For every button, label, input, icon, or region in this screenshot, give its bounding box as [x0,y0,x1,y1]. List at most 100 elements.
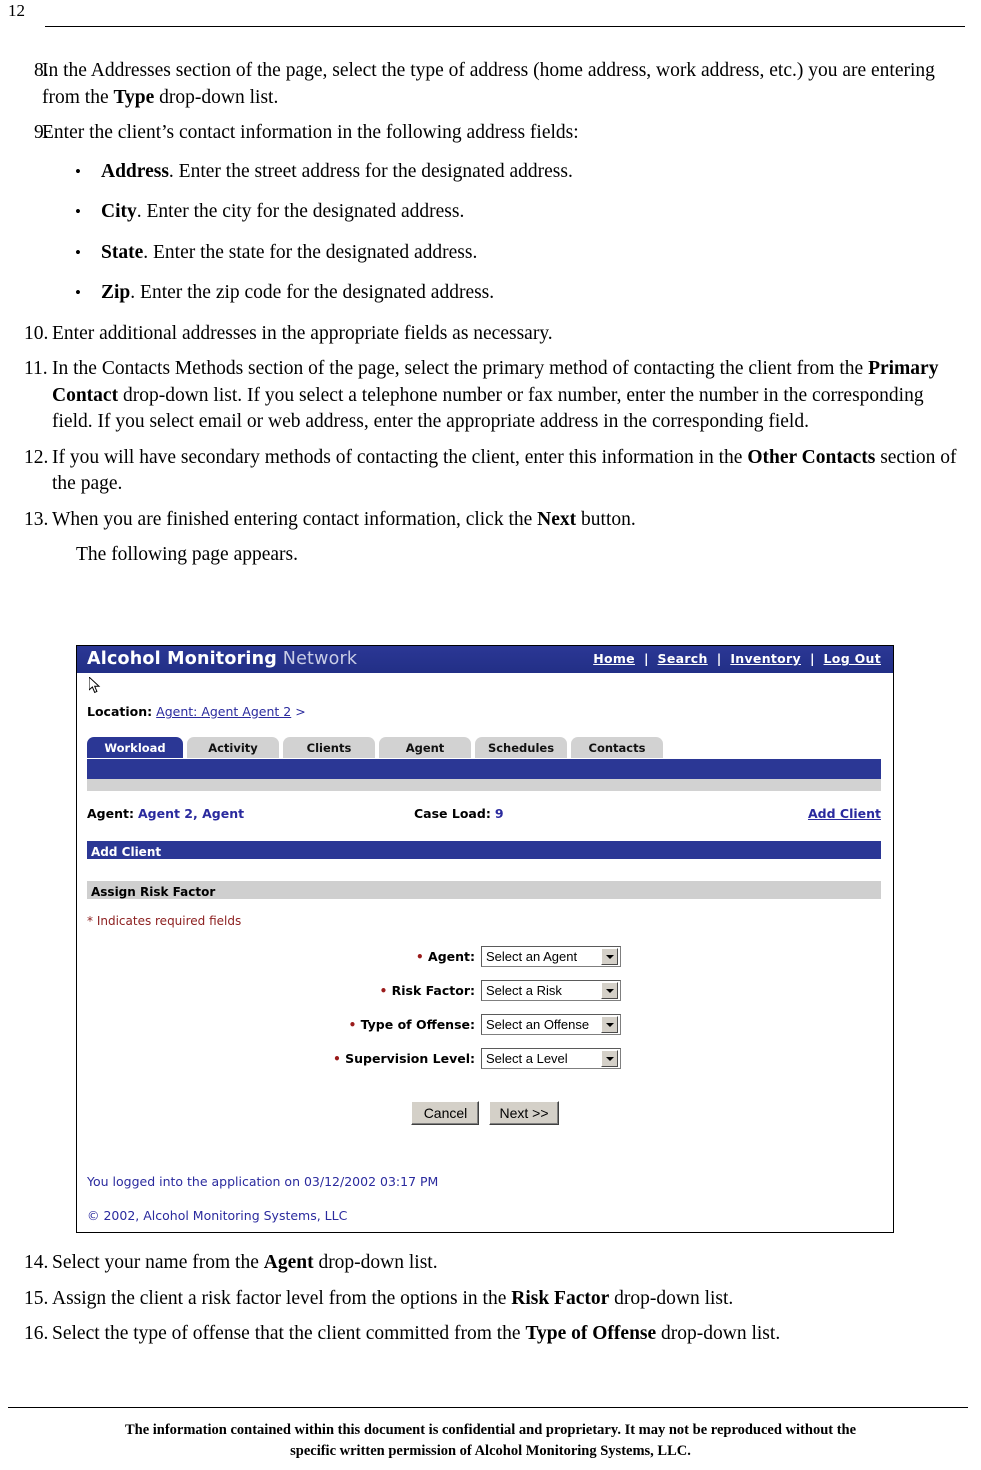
form-button-row: Cancel Next >> [77,1101,893,1125]
required-asterisk-icon: • [379,984,388,998]
footer-line-1: The information contained within this do… [124,1422,857,1438]
type-of-offense-select[interactable]: Select an Offense [481,1014,621,1035]
agent-summary-row: Agent: Agent 2, Agent Case Load: 9 Add C… [87,806,881,824]
step-11: 11. In the Contacts Methods section of t… [0,356,981,436]
footer-line-2: specific written permission of Alcohol M… [290,1443,691,1459]
step-text: Assign the client a risk factor level fr… [52,1286,981,1313]
required-asterisk-icon: • [415,950,424,964]
step-text: Enter the client’s contact information i… [42,122,579,143]
step-text-tail: drop-down list. [656,1323,781,1344]
step-text-tail: drop-down list. [609,1287,734,1309]
list-item-desc: . Enter the state for the designated add… [143,241,478,263]
nav-link-inventory[interactable]: Inventory [722,651,809,666]
risk-factor-field-label-text: Risk Factor: [391,983,475,998]
next-button[interactable]: Next >> [489,1101,559,1125]
page-header: 12 [0,0,981,34]
supervision-level-select[interactable]: Select a Level [481,1048,621,1069]
form-row-agent: • Agent: Select an Agent [77,946,893,980]
tab-activity[interactable]: Activity [187,737,279,758]
footer-divider [8,1407,968,1408]
list-item-desc: . Enter the zip code for the designated … [130,282,495,303]
chevron-down-icon[interactable] [601,982,618,999]
nav-separator: | [809,651,815,666]
mouse-cursor-icon [89,677,101,694]
tab-content-blue-bar [87,759,881,779]
step-15: 15. Assign the client a risk factor leve… [0,1286,981,1313]
step-9: 9. Enter the client’s contact informatio… [0,120,981,147]
embedded-application-screenshot: Alcohol Monitoring Network Home | Search… [76,645,894,1233]
app-top-bar: Alcohol Monitoring Network Home | Search… [77,646,893,673]
bullet-dot-icon: • [75,202,81,221]
bullet-dot-icon: • [75,161,81,181]
agent-label: Agent: [87,806,134,821]
bullet-dot-icon: • [75,283,81,302]
tab-clients[interactable]: Clients [283,737,375,758]
add-client-link[interactable]: Add Client [808,806,881,821]
supervision-level-select-value: Select a Level [486,1051,568,1066]
agent-summary-agent: Agent: Agent 2, Agent [87,806,244,821]
tab-contacts[interactable]: Contacts [571,737,663,758]
nav-link-search[interactable]: Search [650,651,716,666]
breadcrumb-caret: > [295,704,306,719]
step-text: If you will have secondary methods of co… [52,445,981,498]
list-item-desc: . Enter the city for the designated addr… [136,201,465,222]
cancel-button[interactable]: Cancel [411,1101,480,1125]
document-body-tail: 14. Select your name from the Agent drop… [0,1250,981,1357]
section-header-assign-risk-factor: Assign Risk Factor [87,881,881,899]
type-of-offense-field-label-text: Type of Offense: [360,1017,475,1032]
tab-workload[interactable]: Workload [87,737,183,758]
following-page-note: The following page appears. [76,544,299,565]
agent-select[interactable]: Select an Agent [481,946,621,967]
breadcrumb-link[interactable]: Agent: Agent Agent 2 [156,704,291,719]
step-text-emphasis: Agent [263,1252,314,1273]
step-number: 9. [34,122,49,143]
form-row-type-of-offense: • Type of Offense: Select an Offense [77,1014,893,1048]
step-number: 8. [34,60,49,81]
step-text: In the Contacts Methods section of the p… [52,356,981,436]
list-item-desc: . Enter the street address for the desig… [168,160,573,182]
list-item-text: City. Enter the city for the designated … [101,199,981,226]
chevron-down-icon[interactable] [601,1050,618,1067]
step-text-emphasis: Risk Factor [511,1287,610,1309]
tab-agent[interactable]: Agent [379,737,471,758]
app-logo: Alcohol Monitoring Network [87,649,357,670]
agent-summary-add-client: Add Client [808,806,881,821]
list-item-text: State. Enter the state for the designate… [101,240,981,267]
list-item-term: Zip [101,282,131,303]
step-text: When you are finished entering contact i… [52,507,981,534]
form-row-supervision-level: • Supervision Level: Select a Level [77,1048,893,1082]
nav-separator: | [716,651,722,666]
step-13: 13. When you are finished entering conta… [0,507,981,534]
required-asterisk-icon: • [333,1052,341,1066]
nav-separator: | [643,651,649,666]
chevron-down-icon[interactable] [601,948,618,965]
supervision-level-field-label-text: Supervision Level: [345,1051,475,1066]
step-text-tail: drop-down list. [313,1252,438,1273]
step-text: Select your name from the Agent drop-dow… [52,1250,981,1277]
tab-bar: Workload Activity Clients Agent Schedule… [87,736,667,758]
chevron-down-icon[interactable] [601,1016,618,1033]
list-item: • State. Enter the state for the designa… [0,240,981,267]
list-item-term: Address [101,160,169,182]
type-of-offense-field-label: • Type of Offense: [77,1014,475,1036]
step-text-emphasis: Next [537,508,577,530]
step-8: 8. In the Addresses section of the page,… [0,58,981,111]
agent-summary-caseload: Case Load: 9 [414,806,504,821]
step-10: 10. Enter additional addresses in the ap… [0,321,981,348]
step-text: In the Addresses section of the page, se… [42,58,981,111]
required-asterisk-icon: • [348,1018,357,1032]
step-text-lead: Select the type of offense that the clie… [52,1323,526,1344]
list-item: • Zip. Enter the zip code for the design… [0,280,981,307]
list-item: • Address. Enter the street address for … [0,159,981,186]
breadcrumb: Location: Agent: Agent Agent 2 > [87,704,306,719]
step-text-lead: Select your name from the [52,1252,264,1273]
nav-link-home[interactable]: Home [585,651,643,666]
list-item-term: State [101,241,144,263]
step-text: Enter additional addresses in the approp… [52,322,553,344]
tab-schedules[interactable]: Schedules [475,737,567,758]
list-item-text: Zip. Enter the zip code for the designat… [101,280,981,307]
risk-factor-select[interactable]: Select a Risk [481,980,621,1001]
nav-link-log-out[interactable]: Log Out [816,651,889,666]
list-item-text: Address. Enter the street address for th… [101,159,981,186]
tab-content-gray-bar [87,779,881,791]
